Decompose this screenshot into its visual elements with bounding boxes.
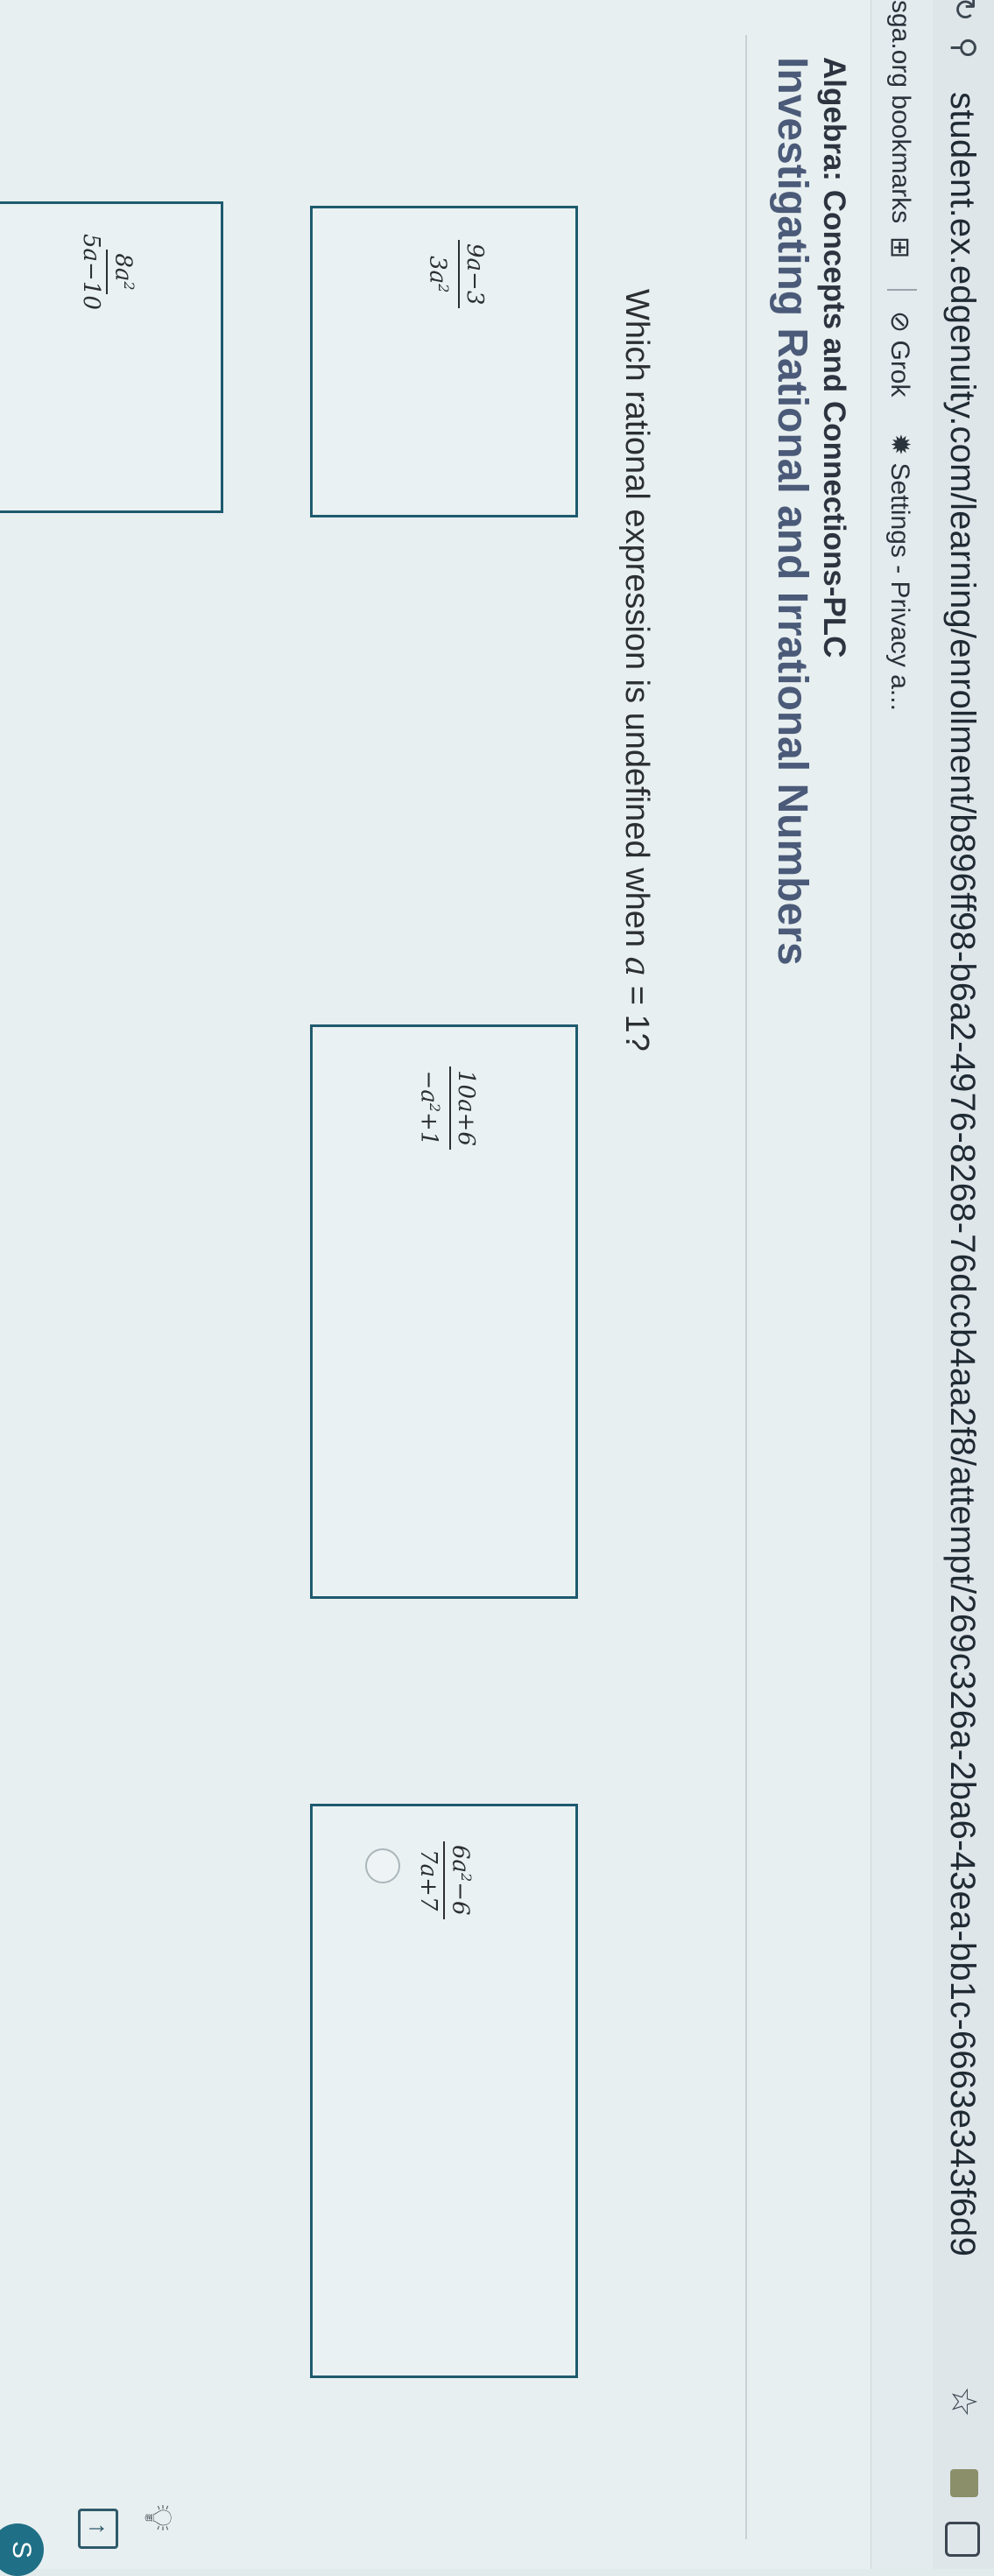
corner-badge[interactable]: S [0, 2523, 44, 2576]
answer-option-1[interactable]: 9a−3 3a2 [310, 206, 578, 517]
browser-toolbar: ↻ ⚲ student.ex.edgenuity.com/learning/en… [932, 0, 994, 2569]
question-variable: a [618, 956, 657, 977]
option-2-denominator: 5a−10 [78, 234, 105, 310]
bookmark-sga[interactable]: sga.org bookmarks [885, 0, 915, 223]
question-prefix: Which rational expression is undefined w… [618, 289, 655, 957]
extension-icon[interactable] [950, 2469, 978, 2497]
apps-grid-icon[interactable]: ⊞ [885, 236, 915, 258]
arrow-up-icon[interactable]: ↑ [78, 2509, 118, 2549]
bookmark-settings-label: Settings - Privacy a... [885, 462, 914, 711]
site-info-icon[interactable]: ⚲ [947, 37, 982, 59]
option-4-fraction: 6a2−6 7a+7 [415, 1841, 479, 1919]
option-3-numerator: 10a+6 [449, 1066, 479, 1150]
course-title: Algebra: Concepts and Connections-PLC [817, 57, 851, 658]
bookmarks-bar: sga.org bookmarks ⊞ ⊘ Grok ✹ Settings - … [871, 0, 933, 2569]
option-4-numerator: 6a2−6 [443, 1841, 479, 1919]
rotated-screen: ↻ ⚲ student.ex.edgenuity.com/learning/en… [0, 0, 994, 2576]
header-divider [745, 35, 747, 2539]
option-1-numerator: 9a−3 [458, 240, 488, 309]
lesson-title: Investigating Rational and Irrational Nu… [769, 57, 815, 966]
grok-icon: ⊘ [885, 311, 914, 334]
answer-option-3[interactable]: 10a+6 −a2+1 [310, 1024, 578, 1599]
address-bar[interactable]: student.ex.edgenuity.com/learning/enroll… [942, 92, 982, 2256]
settings-gear-icon: ✹ [885, 433, 914, 456]
bookmark-divider [887, 289, 917, 291]
star-icon[interactable]: ☆ [943, 2386, 983, 2418]
option-3-fraction: 10a+6 −a2+1 [415, 1066, 479, 1150]
option-1-fraction: 9a−3 3a2 [424, 240, 488, 309]
option-1-denominator: 3a2 [424, 256, 452, 293]
reload-icon[interactable]: ↻ [947, 0, 982, 22]
answer-option-4[interactable]: 6a2−6 7a+7 [310, 1804, 578, 2378]
answer-option-2[interactable]: 8a2 5a−10 [0, 201, 223, 513]
bookmark-grok[interactable]: ⊘ Grok [885, 311, 915, 398]
bookmark-settings[interactable]: ✹ Settings - Privacy a... [885, 433, 915, 711]
question-suffix: = 1? [618, 976, 655, 1052]
option-2-fraction: 8a2 5a−10 [78, 230, 142, 313]
tab-search-icon[interactable] [945, 2522, 980, 2557]
option-4-denominator: 7a+7 [415, 1849, 442, 1911]
option-4-radio[interactable] [365, 1848, 400, 1883]
option-3-denominator: −a2+1 [415, 1070, 443, 1146]
question-text: Which rational expression is undefined w… [617, 289, 657, 1052]
bookmark-grok-label: Grok [885, 340, 914, 398]
lightbulb-icon[interactable]: 💡︎ [136, 2504, 180, 2531]
option-2-numerator: 8a2 [106, 250, 142, 294]
